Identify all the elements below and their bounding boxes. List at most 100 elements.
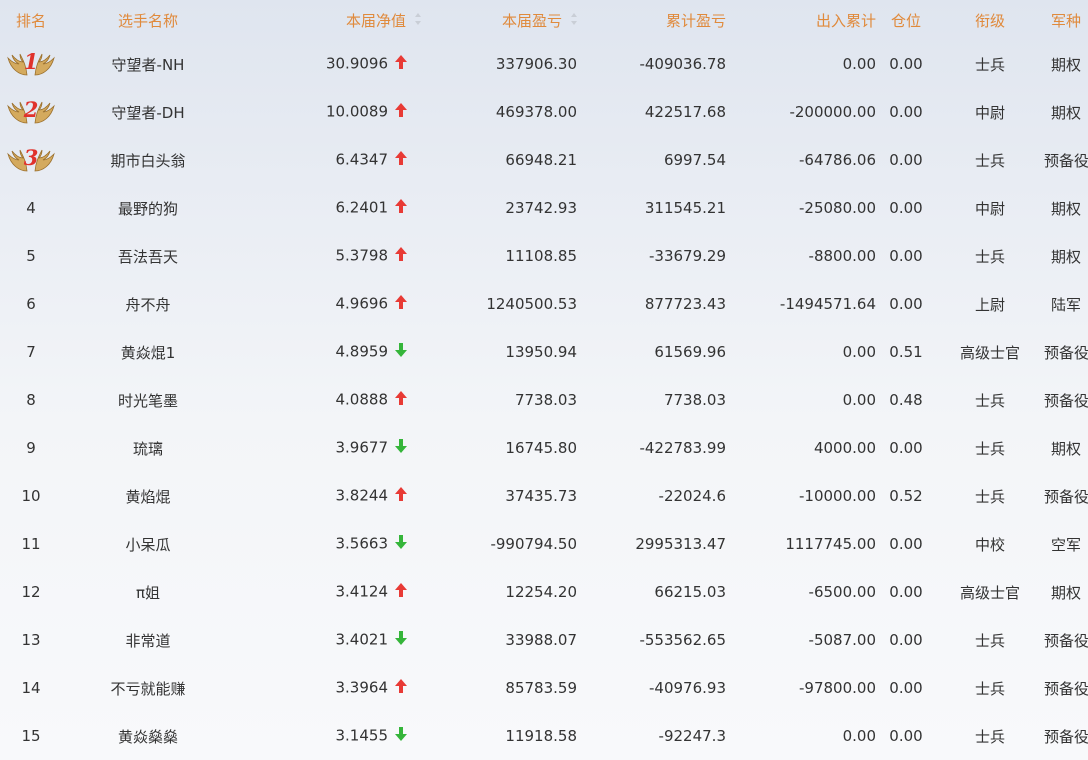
rank-number: 7: [26, 343, 36, 361]
table-row: 2 守望者-DH 10.0089 469378.00 422517.68 -200000.…: [0, 88, 1088, 136]
player-name-cell[interactable]: 最野的狗: [62, 184, 234, 232]
nav-value: 4.8959: [335, 342, 389, 361]
position-cell: 0.00: [876, 424, 936, 472]
rank-cell: 1: [0, 40, 62, 88]
pnl-cell: 11108.85: [430, 232, 578, 280]
cum-pnl-cell: 6997.54: [578, 136, 728, 184]
player-name[interactable]: 期市白头翁: [110, 152, 185, 170]
trend-up-icon: [394, 150, 408, 170]
player-name[interactable]: 舟不舟: [125, 296, 170, 314]
rank-number: 5: [26, 247, 36, 265]
table-row: 11 小呆瓜 3.5663 -990794.50 2995313.47 1117745.0…: [0, 520, 1088, 568]
position-value: 0.00: [889, 631, 923, 649]
nav-value: 3.4021: [335, 630, 389, 649]
player-name[interactable]: 时光笔墨: [118, 392, 178, 410]
trend-down-icon: [394, 630, 408, 650]
rank-number: 9: [26, 439, 36, 457]
player-name[interactable]: 小呆瓜: [125, 536, 170, 554]
position-cell: 0.00: [876, 520, 936, 568]
pnl-cell: 1240500.53: [430, 280, 578, 328]
cum-pnl-value: 61569.96: [654, 343, 726, 361]
player-name-cell[interactable]: 守望者-DH: [62, 88, 234, 136]
nav-cell: 3.1455: [234, 712, 430, 760]
branch-cell: 期权: [1044, 88, 1088, 136]
pnl-value: 23742.93: [505, 199, 577, 217]
trend-down-icon: [394, 438, 408, 458]
branch-cell: 期权: [1044, 232, 1088, 280]
header-nav-label[interactable]: 本届净值: [346, 12, 406, 30]
player-name[interactable]: π姐: [136, 584, 160, 602]
nav-value: 3.1455: [335, 726, 389, 745]
title-value: 士兵: [974, 487, 1005, 506]
player-name-cell[interactable]: 吾法吾天: [62, 232, 234, 280]
player-name[interactable]: 最野的狗: [118, 200, 178, 218]
flow-cell: -64786.06: [728, 136, 876, 184]
rank-number: 10: [21, 487, 41, 505]
player-name-cell[interactable]: 黄焰焜: [62, 472, 234, 520]
nav-cell: 6.4347: [234, 136, 430, 184]
rank-medal-icon: 1: [5, 49, 57, 79]
pnl-value: 337906.30: [495, 55, 577, 73]
player-name-cell[interactable]: 时光笔墨: [62, 376, 234, 424]
header-pnl[interactable]: 本届盈亏: [430, 0, 578, 40]
trend-up-icon: [394, 390, 408, 410]
trend-down-icon: [394, 342, 408, 362]
branch-cell: 预备役: [1044, 472, 1088, 520]
position-cell: 0.00: [876, 40, 936, 88]
branch-cell: 空军: [1044, 520, 1088, 568]
player-name[interactable]: 不亏就能赚: [110, 680, 185, 698]
player-name[interactable]: 黄焱焜1: [121, 344, 176, 362]
player-name[interactable]: 黄焱燊燊: [118, 728, 178, 746]
player-name[interactable]: 吾法吾天: [118, 248, 178, 266]
title-cell: 士兵: [936, 424, 1044, 472]
flow-value: -25080.00: [799, 199, 876, 217]
rank-number: 4: [26, 199, 36, 217]
cum-pnl-value: -40976.93: [649, 679, 726, 697]
player-name[interactable]: 守望者-NH: [112, 56, 185, 74]
branch-cell: 期权: [1044, 184, 1088, 232]
title-value: 士兵: [974, 55, 1005, 74]
player-name-cell[interactable]: 期市白头翁: [62, 136, 234, 184]
rank-number: 8: [26, 391, 36, 409]
position-cell: 0.00: [876, 712, 936, 760]
player-name-cell[interactable]: 不亏就能赚: [62, 664, 234, 712]
cum-pnl-value: -422783.99: [639, 439, 726, 457]
table-row: 10 黄焰焜 3.8244 37435.73 -22024.6 -10000.00 0.52…: [0, 472, 1088, 520]
header-pnl-label[interactable]: 本届盈亏: [502, 12, 562, 30]
rank-cell: 8: [0, 376, 62, 424]
nav-cell: 6.2401: [234, 184, 430, 232]
player-name-cell[interactable]: π姐: [62, 568, 234, 616]
nav-cell: 3.4021: [234, 616, 430, 664]
sort-icon[interactable]: [414, 12, 422, 30]
player-name[interactable]: 黄焰焜: [125, 488, 170, 506]
title-cell: 中尉: [936, 88, 1044, 136]
sort-icon[interactable]: [570, 12, 578, 30]
branch-cell: 预备役: [1044, 328, 1088, 376]
pnl-value: -990794.50: [490, 535, 577, 553]
nav-cell: 3.3964: [234, 664, 430, 712]
player-name[interactable]: 守望者-DH: [111, 104, 184, 122]
cum-pnl-value: -33679.29: [649, 247, 726, 265]
position-cell: 0.00: [876, 88, 936, 136]
rank-number: 6: [26, 295, 36, 313]
header-nav[interactable]: 本届净值: [234, 0, 430, 40]
player-name-cell[interactable]: 小呆瓜: [62, 520, 234, 568]
flow-value: -10000.00: [799, 487, 876, 505]
branch-value: 预备役: [1044, 631, 1088, 650]
player-name-cell[interactable]: 守望者-NH: [62, 40, 234, 88]
player-name-cell[interactable]: 琉璃: [62, 424, 234, 472]
player-name-cell[interactable]: 舟不舟: [62, 280, 234, 328]
rank-cell: 6: [0, 280, 62, 328]
player-name[interactable]: 非常道: [125, 632, 170, 650]
branch-cell: 预备役: [1044, 376, 1088, 424]
player-name[interactable]: 琉璃: [133, 440, 163, 458]
player-name-cell[interactable]: 黄焱燊燊: [62, 712, 234, 760]
player-name-cell[interactable]: 非常道: [62, 616, 234, 664]
title-cell: 士兵: [936, 376, 1044, 424]
player-name-cell[interactable]: 黄焱焜1: [62, 328, 234, 376]
position-cell: 0.00: [876, 568, 936, 616]
trend-up-icon: [394, 246, 408, 266]
title-cell: 士兵: [936, 472, 1044, 520]
header-flow-label: 出入累计: [815, 11, 876, 30]
branch-value: 预备役: [1044, 343, 1088, 362]
